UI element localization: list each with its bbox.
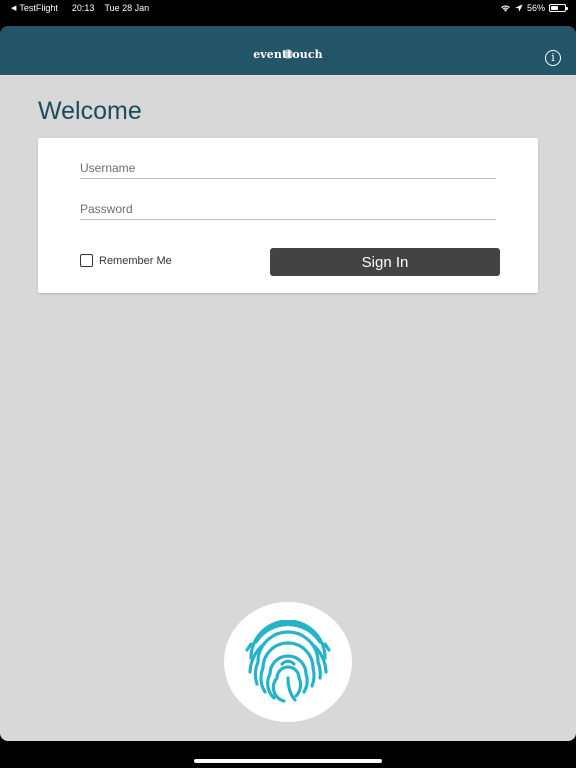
screen: ◀ TestFlight 20:13 Tue 28 Jan 56% eventt… bbox=[0, 0, 576, 768]
battery-icon bbox=[549, 4, 568, 12]
battery-percent: 56% bbox=[526, 3, 545, 13]
remember-me-label: Remember Me bbox=[99, 254, 172, 267]
page-title: Welcome bbox=[38, 97, 142, 125]
home-indicator bbox=[194, 759, 382, 763]
password-field bbox=[80, 199, 496, 220]
username-input[interactable] bbox=[80, 158, 496, 178]
sign-in-label: Sign In bbox=[361, 253, 409, 271]
password-input[interactable] bbox=[80, 199, 496, 219]
sign-in-button[interactable]: Sign In bbox=[270, 248, 500, 276]
status-time: 20:13 bbox=[71, 3, 95, 13]
battery-tip bbox=[566, 7, 568, 10]
status-date: Tue 28 Jan bbox=[104, 3, 150, 13]
location-arrow-icon bbox=[515, 4, 523, 12]
username-field bbox=[80, 158, 496, 179]
back-to-app-link[interactable]: ◀ TestFlight bbox=[11, 3, 58, 13]
login-card: Remember Me Sign In bbox=[38, 138, 538, 293]
battery-level-fill bbox=[551, 6, 559, 10]
app-header: eventtouch i bbox=[0, 26, 576, 75]
status-right: 56% bbox=[500, 3, 568, 13]
info-icon: i bbox=[551, 51, 555, 64]
status-left: ◀ TestFlight 20:13 Tue 28 Jan bbox=[11, 3, 149, 13]
wifi-icon bbox=[501, 5, 510, 12]
remember-me-checkbox[interactable] bbox=[80, 254, 93, 267]
status-bar: ◀ TestFlight 20:13 Tue 28 Jan 56% bbox=[0, 0, 576, 26]
info-button[interactable]: i bbox=[545, 50, 561, 66]
login-screen: Welcome Remember Me Sign In bbox=[0, 75, 576, 741]
back-arrow-icon: ◀ bbox=[11, 5, 17, 12]
back-app-name: TestFlight bbox=[19, 3, 58, 13]
fingerprint-login-button[interactable] bbox=[224, 602, 352, 722]
remember-me-toggle[interactable]: Remember Me bbox=[80, 254, 172, 267]
fingerprint-icon bbox=[245, 620, 331, 703]
app-logo: eventtouch bbox=[253, 48, 323, 61]
